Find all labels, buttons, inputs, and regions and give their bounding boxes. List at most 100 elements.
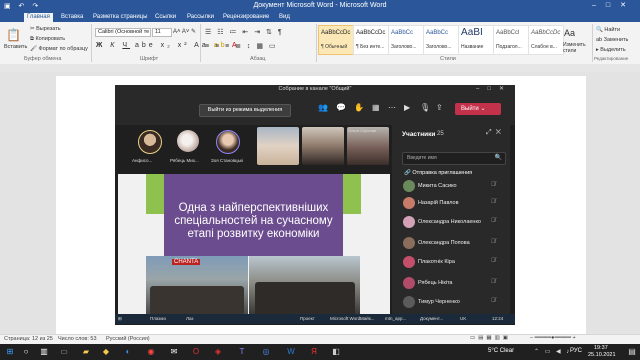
style-heading2[interactable]: AaBbCc Заголово...: [423, 25, 459, 55]
style-sample: AaBbCc: [391, 30, 414, 36]
avatar[interactable]: [138, 130, 162, 154]
inner-task-item: mtn_app...: [385, 316, 407, 321]
participant-name[interactable]: Тимур Черненко: [418, 299, 460, 305]
language-status[interactable]: Русский (Россия): [106, 336, 150, 342]
style-name: ¶ Без инте...: [356, 44, 385, 50]
tab-page-layout[interactable]: Разметка страницы: [90, 13, 150, 22]
camera-icon[interactable]: ▶: [404, 103, 410, 112]
weather[interactable]: 5°C Clear: [488, 348, 514, 354]
store-icon[interactable]: ◆: [100, 346, 112, 358]
app-icon[interactable]: ◧: [330, 346, 342, 358]
window-controls[interactable]: –□✕: [592, 1, 636, 9]
style-normal[interactable]: AaBbCcDc ¶ Обычный: [318, 25, 354, 55]
word-count[interactable]: Число слов: 53: [58, 336, 97, 342]
leave-button[interactable]: Выйти ⌄: [455, 103, 501, 115]
file-explorer-icon[interactable]: ▭: [58, 346, 70, 358]
zoom-slider[interactable]: – ━━━━━●━━━━━ +: [530, 335, 576, 341]
word-icon[interactable]: W: [285, 346, 297, 358]
word-title-bar: ▣ ↶ ↷ Документ Microsoft Word - Microsof…: [0, 0, 640, 12]
invite-placeholder: Введите имя: [407, 155, 437, 161]
format-painter-label: Формат по образцу: [38, 46, 88, 52]
chrome-icon[interactable]: ◉: [145, 346, 157, 358]
find-button[interactable]: 🔍 Найти: [596, 27, 620, 33]
app-icon[interactable]: ◎: [260, 346, 272, 358]
rooms-icon[interactable]: ▦: [372, 103, 380, 112]
style-no-spacing[interactable]: AaBbCcDc ¶ Без инте...: [353, 25, 389, 55]
paragraph-group-label: Абзац: [250, 56, 266, 62]
font-name-select[interactable]: Calibri (Основной те: [95, 28, 151, 37]
task-view-icon[interactable]: ▥: [38, 346, 50, 358]
change-styles-icon[interactable]: Aa: [564, 28, 575, 38]
windows-start-icon[interactable]: ⊞: [4, 346, 16, 358]
cut-button[interactable]: ✂ Вырезать: [30, 26, 61, 32]
style-name: Слабое в...: [531, 44, 557, 50]
exit-focus-button[interactable]: Выйти из режима выделения: [199, 104, 291, 117]
avatar[interactable]: [177, 130, 199, 152]
clock-date[interactable]: 25.10.2021: [588, 352, 616, 358]
share-screen-icon[interactable]: ⇪: [436, 103, 443, 112]
select-button[interactable]: ▸ Выделить: [596, 47, 626, 53]
video-tile[interactable]: [302, 127, 344, 165]
share-invite-button[interactable]: 🔗 Отправка приглашения: [404, 170, 472, 176]
teams-window-controls[interactable]: –□✕: [476, 85, 512, 92]
grow-shrink-font-icons[interactable]: A˄ A˅ ✎: [173, 28, 196, 35]
list-buttons[interactable]: ☰ ☷ ≔ ⇤ ⇥ ⇅ ¶: [205, 28, 284, 36]
more-actions-icon[interactable]: ⋯: [388, 103, 396, 112]
tab-mailings[interactable]: Рассылки: [184, 13, 217, 22]
search-icon[interactable]: ○: [20, 346, 32, 358]
opera-icon[interactable]: O: [190, 346, 202, 358]
edge-icon[interactable]: ◐: [122, 346, 134, 358]
keyboard-language[interactable]: РУС: [570, 348, 582, 354]
mic-icon[interactable]: 🎙: [420, 103, 430, 112]
clock-time[interactable]: 19:37: [594, 345, 608, 351]
participant-name[interactable]: Олександра Попова: [418, 240, 470, 246]
folder-icon[interactable]: ▰: [80, 346, 92, 358]
page-count[interactable]: Страница: 12 из 25: [4, 336, 53, 342]
participant-name[interactable]: Олександра Николаенко: [418, 219, 481, 225]
avatar[interactable]: [216, 130, 240, 154]
teams-title-bar: Собрание в канале "Общий" –□✕: [115, 85, 515, 95]
tray-icons[interactable]: ⌃ ▭ ◀ ♪: [534, 348, 571, 355]
participant-name[interactable]: Плакотнік Кіра: [418, 259, 455, 265]
video-tile[interactable]: [257, 127, 299, 165]
find-label: Найти: [604, 27, 621, 33]
mic-off-icon: 🎙̸: [491, 239, 496, 245]
ruler[interactable]: [0, 64, 640, 72]
style-subtitle[interactable]: AaBbCcl Подзагол...: [493, 25, 529, 55]
participants-icon[interactable]: 👥: [318, 103, 328, 112]
paste-button[interactable]: Вставить: [4, 44, 27, 50]
replace-button[interactable]: ab Заменить: [596, 37, 628, 43]
panel-actions-icons[interactable]: ⤢✕: [486, 129, 505, 137]
avatar: [403, 216, 415, 228]
change-styles-button[interactable]: Изменить стили: [563, 42, 587, 54]
inner-task-item: Майк...: [360, 316, 375, 321]
view-buttons[interactable]: ▭▤▦▥▣: [470, 335, 511, 341]
invite-input[interactable]: Введите имя 🔍: [402, 152, 506, 165]
style-title[interactable]: АаВI Название: [458, 25, 494, 55]
participant-name[interactable]: Микита Сасико: [418, 183, 457, 189]
notifications-icon[interactable]: ▤: [626, 346, 638, 358]
participant-name[interactable]: Назарій Павлов: [418, 200, 459, 206]
paste-icon[interactable]: 📋: [6, 28, 21, 42]
replace-label: Заменить: [603, 37, 629, 43]
chat-icon[interactable]: 💬: [336, 103, 346, 112]
tab-insert[interactable]: Вставка: [58, 13, 86, 22]
inner-time: 12:24: [492, 316, 504, 321]
participant-name[interactable]: Рябець Нікіта: [418, 280, 453, 286]
mail-icon[interactable]: ✉: [168, 346, 180, 358]
reactions-icon[interactable]: ✋: [354, 103, 364, 112]
style-subtle-emphasis[interactable]: AaBbCcDc Слабое в...: [528, 25, 564, 55]
align-buttons[interactable]: ≡ ≡ ≡ ≣ ↕ ▦ ▭: [205, 42, 278, 50]
format-painter-button[interactable]: 🖌 Формат по образцу: [30, 46, 88, 52]
tab-home[interactable]: Главная: [24, 13, 53, 22]
teams-icon[interactable]: T: [236, 346, 248, 358]
tab-view[interactable]: Вид: [276, 13, 293, 22]
style-heading1[interactable]: AaBbCc Заголово...: [388, 25, 424, 55]
tab-references[interactable]: Ссылки: [152, 13, 179, 22]
copy-button[interactable]: ⧉ Копировать: [30, 36, 65, 43]
avatar: [403, 237, 415, 249]
tab-review[interactable]: Рецензирование: [220, 13, 272, 22]
font-size-select[interactable]: 11: [152, 28, 172, 37]
app-icon[interactable]: ◈: [212, 346, 224, 358]
yandex-icon[interactable]: Я: [308, 346, 320, 358]
